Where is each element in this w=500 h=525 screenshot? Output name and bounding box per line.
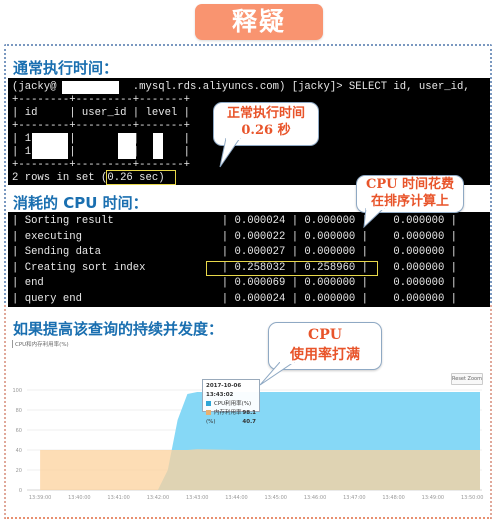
x-tick-label: 13:39:00 [29,495,51,501]
x-tick-label: 13:50:00 [461,495,483,501]
y-tick-label: 60 [16,428,22,434]
tooltip-memory-value: 40.7 [242,419,256,425]
y-tick-label: 0 [19,488,22,494]
tooltip-cpu-value: 98.1 [242,410,256,416]
y-tick-label: 100 [12,388,22,394]
y-tick-label: 20 [16,468,22,474]
x-tick-label: 13:48:00 [382,495,404,501]
y-tick-label: 40 [16,448,22,454]
x-tick-label: 13:40:00 [68,495,90,501]
x-tick-label: 13:42:00 [147,495,169,501]
x-tick-label: 13:49:00 [422,495,444,501]
memory-legend-swatch [206,410,211,415]
tooltip-item-cpu: CPU利用率(%) 98.1 [206,400,256,416]
y-tick-label: 80 [16,408,22,414]
x-tick-label: 13:45:00 [265,495,287,501]
x-tick-label: 13:47:00 [343,495,365,501]
chart-tooltip: 2017-10-06 13:43:02 CPU利用率(%) 98.1 内存利用率(… [202,379,260,425]
tooltip-cpu-label: CPU利用率(%) [214,401,252,407]
x-tick-label: 13:44:00 [225,495,247,501]
tooltip-time: 2017-10-06 13:43:02 [206,383,242,398]
cpu-legend-swatch [206,401,211,406]
x-tick-label: 13:41:00 [107,495,129,501]
tooltip-memory-label: 内存利用率(%) [206,410,242,425]
memory-area-series [40,449,480,490]
x-tick-label: 13:46:00 [304,495,326,501]
reset-zoom-button[interactable]: Reset Zoom [451,373,483,385]
cpu-memory-chart: 0 20 40 60 80 100 13:39:00 13:40:00 13:41:00 13:… [12,388,483,501]
x-tick-label: 13:43:00 [186,495,208,501]
